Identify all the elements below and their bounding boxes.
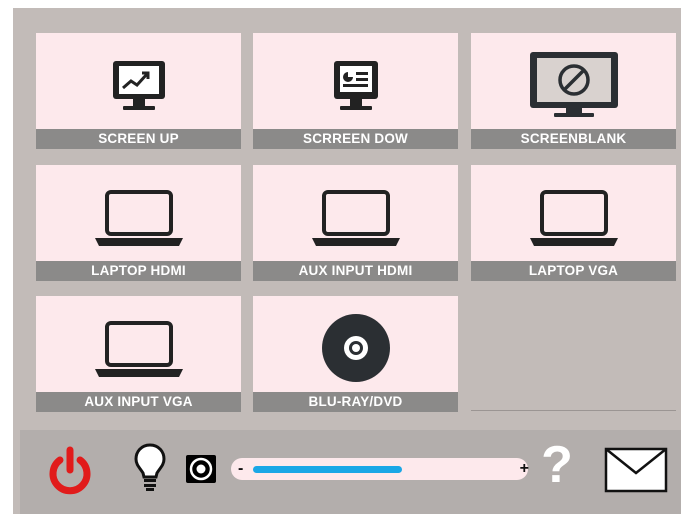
disc-icon xyxy=(253,304,458,392)
laptop-icon xyxy=(253,173,458,261)
laptop-icon xyxy=(471,173,676,261)
volume-fill xyxy=(253,466,402,473)
screen-blank-button[interactable]: SCREENBLANK xyxy=(471,33,676,149)
tile-label: BLU-RAY/DVD xyxy=(253,392,458,412)
divider xyxy=(471,410,676,411)
envelope-icon xyxy=(604,447,668,493)
aux-input-hdmi-button[interactable]: AUX INPUT HDMI xyxy=(253,165,458,281)
laptop-vga-button[interactable]: LAPTOP VGA xyxy=(471,165,676,281)
monitor-presentation-icon xyxy=(253,41,458,129)
tile-label: AUX INPUT VGA xyxy=(36,392,241,412)
tile-label: SCREENBLANK xyxy=(471,129,676,149)
lightbulb-icon xyxy=(134,443,166,491)
monitor-chart-icon xyxy=(36,41,241,129)
email-button[interactable] xyxy=(604,446,668,494)
tile-label: SCRREEN DOW xyxy=(253,129,458,149)
tile-label: SCREEN UP xyxy=(36,129,241,149)
screen-down-button[interactable]: SCRREEN DOW xyxy=(253,33,458,149)
tile-label: AUX INPUT HDMI xyxy=(253,261,458,281)
aux-input-vga-button[interactable]: AUX INPUT VGA xyxy=(36,296,241,412)
laptop-hdmi-button[interactable]: LAPTOP HDMI xyxy=(36,165,241,281)
question-mark-icon: ? xyxy=(541,436,573,494)
tile-label: LAPTOP HDMI xyxy=(36,261,241,281)
volume-plus[interactable]: + xyxy=(520,458,529,480)
laptop-icon xyxy=(36,173,241,261)
blu-ray-dvd-button[interactable]: BLU-RAY/DVD xyxy=(253,296,458,412)
mute-button[interactable] xyxy=(184,454,218,484)
tile-label: LAPTOP VGA xyxy=(471,261,676,281)
speaker-icon xyxy=(186,455,216,483)
monitor-blank-icon xyxy=(471,41,676,129)
screen-up-button[interactable]: SCREEN UP xyxy=(36,33,241,149)
volume-slider[interactable]: - + xyxy=(231,458,529,480)
lighting-button[interactable] xyxy=(133,442,167,492)
laptop-icon xyxy=(36,304,241,392)
help-button[interactable]: ? xyxy=(538,438,576,492)
power-button[interactable] xyxy=(44,446,96,496)
volume-minus[interactable]: - xyxy=(238,458,243,480)
power-icon xyxy=(49,446,91,495)
